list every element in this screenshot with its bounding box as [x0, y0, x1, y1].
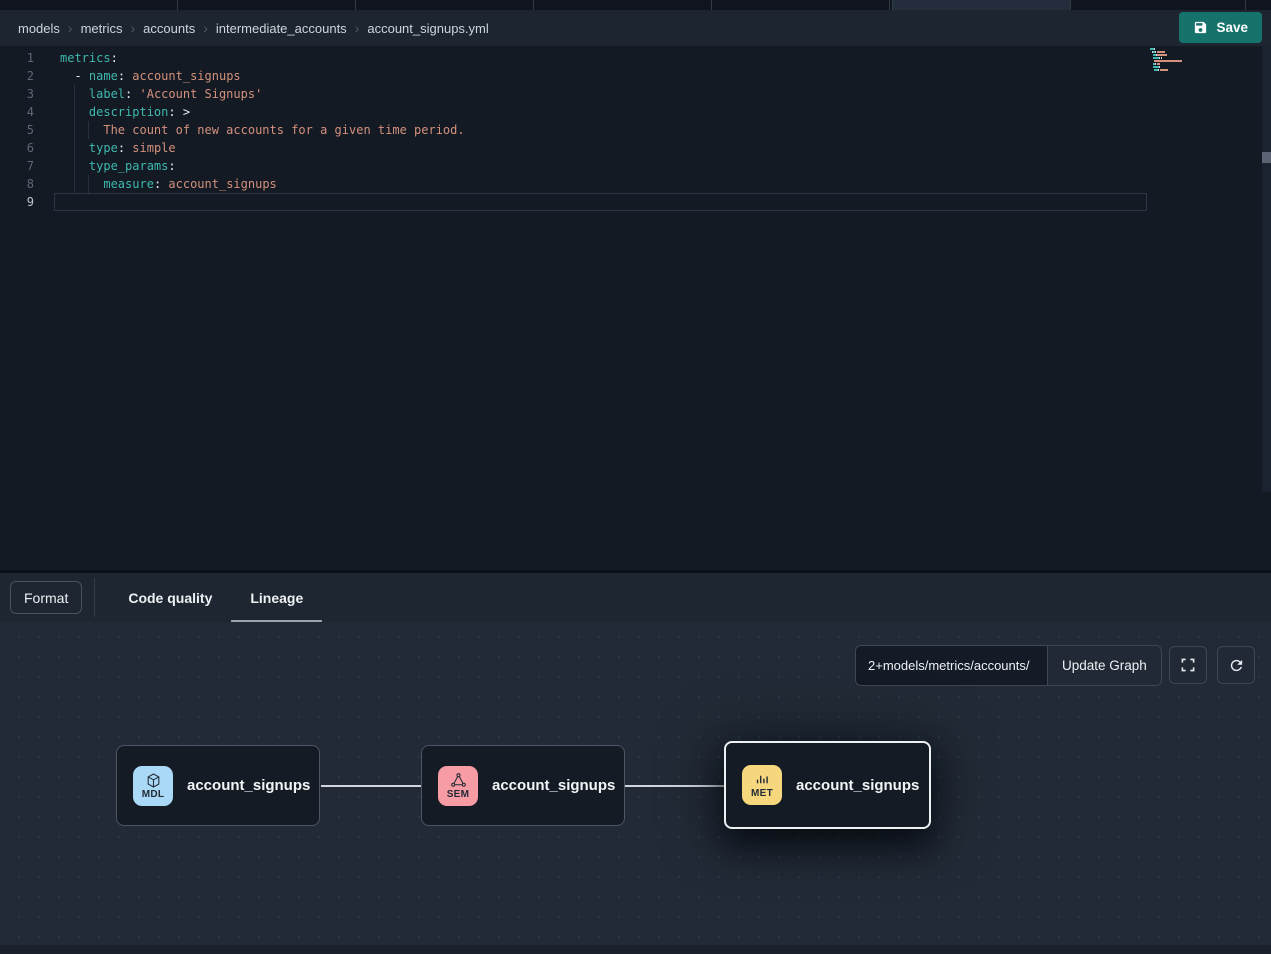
node-label: account_signups — [796, 777, 919, 794]
lineage-edge — [321, 785, 421, 787]
bar-chart-icon — [754, 771, 771, 788]
tab-stub-active[interactable] — [892, 0, 1071, 10]
chevron-right-icon: › — [355, 21, 360, 35]
fullscreen-icon — [1180, 657, 1196, 673]
lineage-edge — [625, 785, 724, 787]
met-badge: MET — [742, 765, 782, 805]
editor-code[interactable]: metrics: - name: account_signups label: … — [54, 49, 1147, 211]
floppy-disk-icon — [1193, 20, 1208, 35]
chevron-right-icon: › — [68, 21, 73, 35]
badge-label: SEM — [447, 789, 470, 800]
breadcrumb-item[interactable]: account_signups.yml — [367, 21, 488, 36]
code-editor[interactable]: 123456789 metrics: - name: account_signu… — [0, 46, 1271, 570]
breadcrumb-bar: models › metrics › accounts › intermediate_acc… — [0, 10, 1271, 46]
lineage-panel: Update Graph MDL account_signups SEM accoun… — [0, 622, 1271, 954]
code-line[interactable]: - name: account_signups — [54, 67, 1147, 85]
line-number: 9 — [0, 193, 34, 211]
badge-label: MET — [751, 788, 773, 799]
editor-scrollbar[interactable] — [1262, 46, 1271, 492]
lineage-bottom-strip — [0, 945, 1271, 954]
editor-tab-strip[interactable] — [0, 0, 1271, 10]
lineage-node-met[interactable]: MET account_signups — [724, 741, 931, 829]
lineage-node-mdl[interactable]: MDL account_signups — [116, 745, 320, 826]
line-number: 7 — [0, 157, 34, 175]
badge-label: MDL — [142, 789, 165, 800]
lineage-selector-group: Update Graph — [855, 645, 1162, 686]
line-number: 2 — [0, 67, 34, 85]
line-number: 3 — [0, 85, 34, 103]
code-line[interactable]: description: > — [54, 103, 1147, 121]
chevron-right-icon: › — [203, 21, 208, 35]
save-button[interactable]: Save — [1179, 12, 1262, 43]
line-number: 8 — [0, 175, 34, 193]
tab-code-quality[interactable]: Code quality — [109, 573, 231, 622]
chevron-right-icon: › — [130, 21, 135, 35]
code-line[interactable]: measure: account_signups — [54, 175, 1147, 193]
line-number: 6 — [0, 139, 34, 157]
tabbar-divider — [94, 578, 95, 617]
node-label: account_signups — [187, 777, 310, 794]
mdl-badge: MDL — [133, 766, 173, 806]
code-line[interactable]: The count of new accounts for a given ti… — [54, 121, 1147, 139]
breadcrumb-item[interactable]: metrics — [81, 21, 123, 36]
cube-icon — [145, 772, 162, 789]
tab-lineage[interactable]: Lineage — [231, 573, 322, 622]
sem-badge: SEM — [438, 766, 478, 806]
lineage-selector-input[interactable] — [855, 645, 1047, 686]
line-number: 1 — [0, 49, 34, 67]
update-graph-button[interactable]: Update Graph — [1047, 645, 1162, 686]
editor-gutter: 123456789 — [0, 49, 34, 211]
scrollbar-thumb[interactable] — [1262, 152, 1271, 163]
code-line[interactable]: type_params: — [54, 157, 1147, 175]
code-line[interactable] — [54, 193, 1147, 211]
code-line[interactable]: type: simple — [54, 139, 1147, 157]
node-label: account_signups — [492, 777, 615, 794]
refresh-icon — [1228, 657, 1245, 674]
format-button[interactable]: Format — [10, 581, 82, 614]
breadcrumb-item[interactable]: intermediate_accounts — [216, 21, 347, 36]
refresh-button[interactable] — [1217, 646, 1255, 684]
code-line[interactable]: metrics: — [54, 49, 1147, 67]
line-number: 5 — [0, 121, 34, 139]
panel-tabs: Code qualityLineage — [109, 573, 322, 622]
fullscreen-button[interactable] — [1169, 646, 1207, 684]
breadcrumb-item[interactable]: models — [18, 21, 60, 36]
share-nodes-icon — [450, 772, 467, 789]
bottom-panel-tabbar: Format Code qualityLineage — [0, 573, 1271, 622]
minimap[interactable] — [1150, 48, 1212, 75]
breadcrumb: models › metrics › accounts › intermediate_acc… — [18, 21, 489, 36]
lineage-node-sem[interactable]: SEM account_signups — [421, 745, 625, 826]
line-number: 4 — [0, 103, 34, 121]
code-line[interactable]: label: 'Account Signups' — [54, 85, 1147, 103]
save-button-label: Save — [1216, 20, 1248, 35]
breadcrumb-item[interactable]: accounts — [143, 21, 195, 36]
